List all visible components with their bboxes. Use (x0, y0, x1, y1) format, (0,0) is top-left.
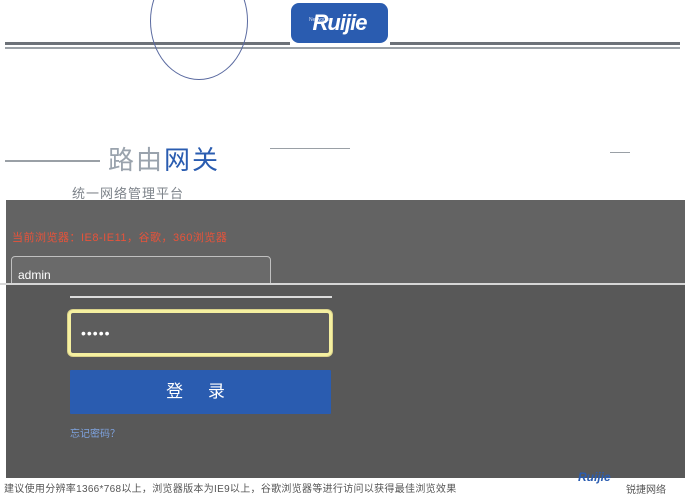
footer-logo: Ruijie (578, 470, 611, 484)
title-rule-far-right (610, 152, 630, 153)
logo-subtext: Networks (309, 17, 330, 23)
password-field[interactable]: ••••• (68, 310, 332, 356)
footer-text: 建议使用分辨率1366*768以上，浏览器版本为IE9以上，谷歌浏览器等进行访问… (4, 484, 457, 495)
forgot-password-link[interactable]: 忘记密码？ (70, 425, 120, 440)
browser-warning: 当前浏览器：IE8-IE11，谷歌，360浏览器 (12, 232, 228, 244)
title-rule-left (5, 160, 100, 162)
title-rule-right (270, 148, 350, 149)
ruijie-logo: Ruijie Networks (291, 3, 388, 43)
title-prefix: 路由 (108, 145, 165, 175)
username-value: admin (18, 268, 51, 282)
page-title: 路由网关 (108, 140, 220, 177)
header-rule-left (5, 42, 290, 45)
title-accent: 网关 (164, 145, 221, 175)
header-rule-left-2 (5, 47, 290, 49)
header-rule-right (390, 42, 680, 45)
username-underline (70, 296, 332, 298)
login-button[interactable]: 登 录 (70, 370, 331, 414)
footer-company: 锐捷网络 (626, 485, 666, 496)
header-rule-right-2 (250, 47, 680, 49)
